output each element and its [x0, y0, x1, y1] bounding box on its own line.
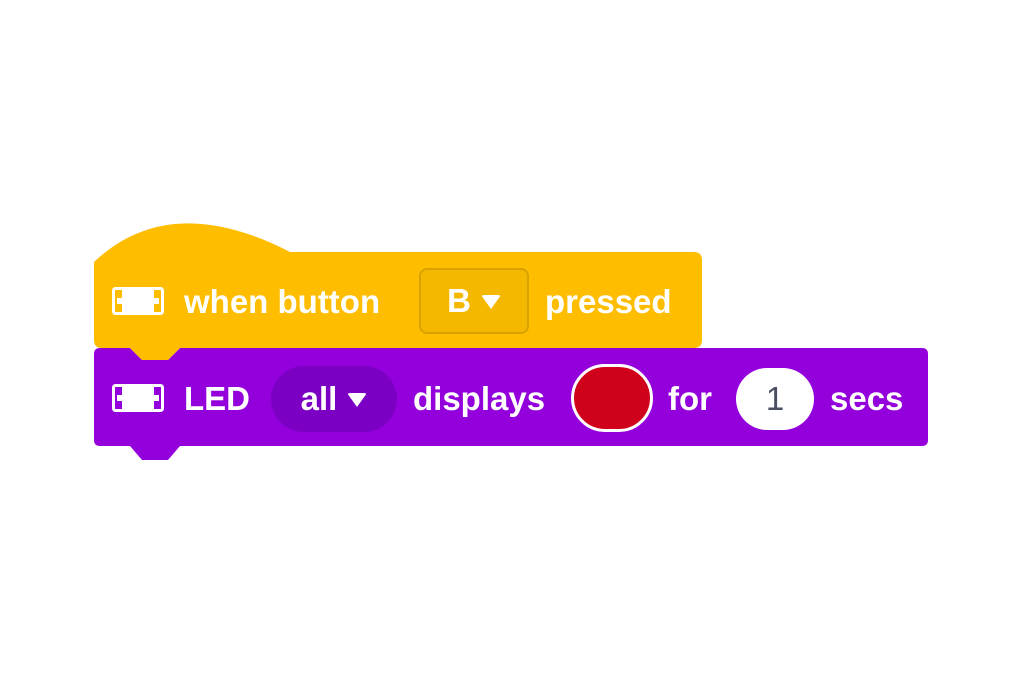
- led-label-for: for: [668, 380, 712, 417]
- led-label: LED: [184, 380, 250, 417]
- button-dropdown-value: B: [447, 282, 471, 319]
- block-shapes: [94, 223, 928, 460]
- device-icon: [112, 287, 164, 315]
- caret-down-icon: [480, 295, 501, 309]
- hat-label-pressed: pressed: [545, 283, 672, 320]
- led-label-displays: displays: [413, 380, 546, 417]
- led-label-secs: secs: [830, 380, 904, 417]
- duration-input[interactable]: 1: [736, 368, 814, 430]
- led-target-dropdown[interactable]: all: [271, 366, 397, 432]
- led-target-value: all: [300, 380, 338, 417]
- color-picker-swatch[interactable]: [571, 364, 653, 432]
- device-icon: [112, 384, 164, 412]
- button-dropdown[interactable]: B: [419, 268, 529, 334]
- caret-down-icon: [347, 393, 368, 407]
- block-canvas: when button B pressed LED all displays f…: [0, 0, 1024, 684]
- hat-label-when-button: when button: [184, 283, 381, 320]
- duration-value: 1: [765, 380, 785, 417]
